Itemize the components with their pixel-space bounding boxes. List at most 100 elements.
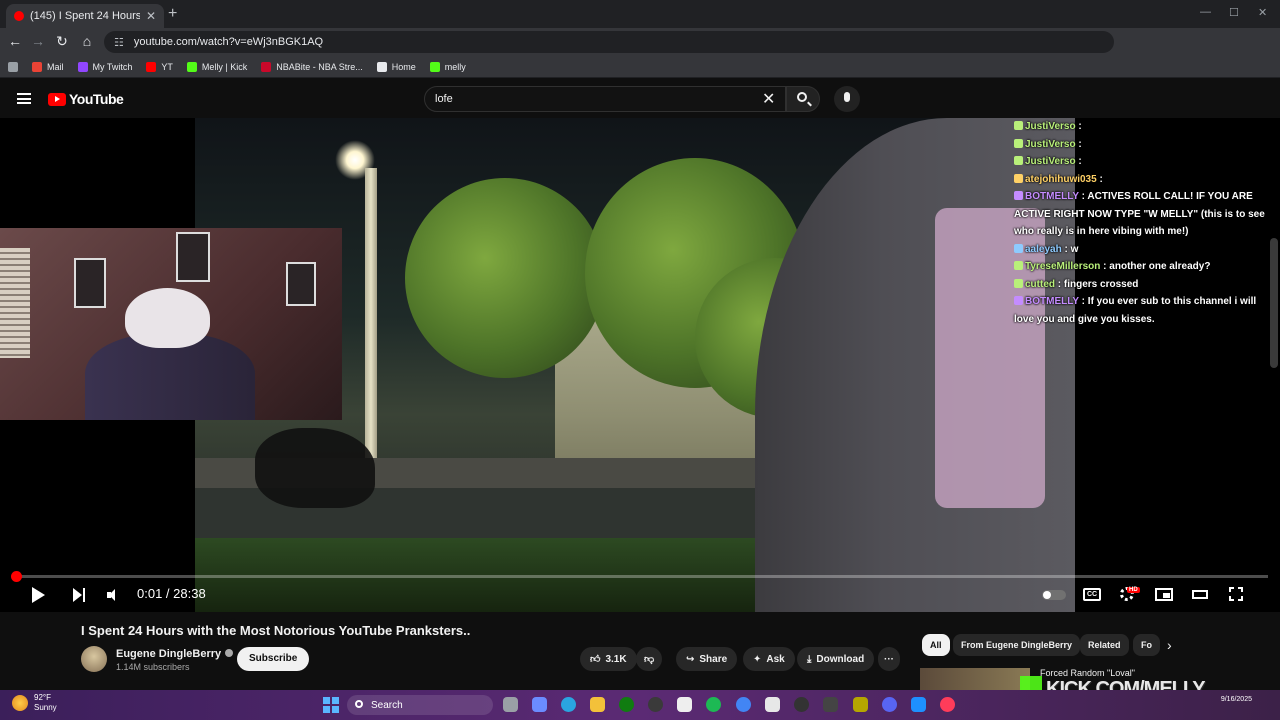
github-icon[interactable] bbox=[648, 697, 663, 712]
taskbar-search[interactable]: Search bbox=[347, 695, 493, 715]
dislike-button[interactable]: 👎︎ bbox=[636, 647, 663, 671]
youtube-logo[interactable]: YouTube bbox=[48, 91, 124, 107]
like-button[interactable]: 👍︎ 3.1K bbox=[580, 647, 637, 671]
fullscreen-icon[interactable] bbox=[1229, 587, 1243, 601]
download-icon: ⤓ bbox=[807, 653, 812, 665]
channel-avatar[interactable] bbox=[81, 646, 107, 672]
chat-username: BOTMELLY bbox=[1025, 296, 1079, 307]
chat-overlay: JustiVerso : JustiVerso : JustiVerso : a… bbox=[1014, 118, 1276, 328]
chip-for-you[interactable]: Fo bbox=[1133, 634, 1160, 656]
chat-text: : bbox=[1096, 173, 1103, 185]
chip-related[interactable]: Related bbox=[1080, 634, 1129, 656]
bookmarks-bar: Mail My Twitch YT Melly | Kick NBABite -… bbox=[0, 56, 1280, 78]
chat-badge-icon bbox=[1014, 173, 1023, 183]
miniplayer-icon[interactable] bbox=[1155, 588, 1173, 601]
subscribe-button[interactable]: Subscribe bbox=[237, 647, 310, 671]
bookmark-melly-kick[interactable]: Melly | Kick bbox=[186, 61, 247, 72]
autoplay-toggle[interactable] bbox=[1042, 590, 1066, 600]
bookmark-home[interactable]: Home bbox=[376, 61, 416, 72]
bookmark-nbabite[interactable]: NBABite - NBA Stre... bbox=[261, 61, 363, 72]
copilot-icon[interactable] bbox=[532, 697, 547, 712]
file-explorer-icon[interactable] bbox=[590, 697, 605, 712]
wall-poster bbox=[74, 258, 106, 308]
windows-start-icon[interactable] bbox=[323, 697, 339, 713]
maximize-icon[interactable]: ☐ bbox=[1229, 6, 1239, 19]
x-icon bbox=[376, 61, 387, 72]
more-actions-button[interactable]: ··· bbox=[878, 647, 900, 671]
volume-icon[interactable] bbox=[107, 589, 121, 601]
bookmark-melly[interactable]: melly bbox=[429, 61, 466, 72]
task-view-icon[interactable] bbox=[503, 697, 518, 712]
address-bar[interactable]: ☷ youtube.com/watch?v=eWj3nBGK1AQ bbox=[104, 31, 1114, 53]
system-clock[interactable]: 9/16/2025 bbox=[1180, 694, 1252, 705]
obs-icon[interactable] bbox=[794, 697, 809, 712]
like-count: 3.1K bbox=[605, 653, 627, 665]
scrubber-handle[interactable] bbox=[11, 571, 22, 582]
bookmark-label: YT bbox=[161, 61, 173, 72]
kick-icon bbox=[186, 61, 197, 72]
home-icon[interactable]: ⌂ bbox=[78, 33, 96, 49]
chat-username: cutted bbox=[1025, 278, 1055, 290]
browser-tab[interactable]: (145) I Spent 24 Hours with the ✕ bbox=[6, 4, 164, 28]
bookmark-label: My Twitch bbox=[92, 61, 133, 72]
app-icon[interactable] bbox=[823, 697, 838, 712]
sun-icon bbox=[12, 695, 28, 711]
chat-text: : another one already? bbox=[1100, 261, 1211, 272]
chat-badge-icon bbox=[1014, 296, 1023, 305]
subscriber-count: 1.14M subscribers bbox=[116, 662, 190, 672]
store-icon[interactable] bbox=[677, 697, 692, 712]
download-button[interactable]: ⤓ Download bbox=[797, 647, 875, 671]
search-button[interactable] bbox=[786, 86, 820, 112]
bookmark-label: NBABite - NBA Stre... bbox=[276, 61, 363, 72]
chip-all[interactable]: All bbox=[922, 634, 950, 656]
chip-from-channel[interactable]: From Eugene DingleBerry bbox=[953, 634, 1081, 656]
progress-bar[interactable] bbox=[11, 571, 1268, 582]
search-field[interactable] bbox=[424, 86, 786, 112]
forward-icon[interactable]: → bbox=[29, 33, 47, 49]
ask-button[interactable]: ✦ Ask bbox=[743, 647, 795, 671]
search-input[interactable] bbox=[435, 93, 755, 105]
gmail-icon bbox=[32, 61, 42, 72]
site-info-icon[interactable]: ☷ bbox=[114, 36, 124, 49]
bookmark-my-twitch[interactable]: My Twitch bbox=[77, 61, 133, 72]
light-pole bbox=[365, 168, 377, 488]
chrome-icon[interactable] bbox=[736, 697, 751, 712]
spotify-icon[interactable] bbox=[706, 697, 721, 712]
app-icon[interactable] bbox=[853, 697, 868, 712]
share-button[interactable]: ↪ Share bbox=[676, 647, 738, 671]
page-scrollbar[interactable] bbox=[1270, 238, 1278, 368]
ask-label: Ask bbox=[766, 653, 785, 665]
app-icon[interactable] bbox=[911, 697, 926, 712]
chat-text: : bbox=[1075, 156, 1082, 167]
app-icon[interactable] bbox=[765, 697, 780, 712]
bookmark-label: melly bbox=[444, 61, 466, 72]
voice-search-icon[interactable] bbox=[834, 86, 860, 112]
new-tab-button[interactable]: + bbox=[168, 5, 177, 23]
weather-widget[interactable]: 92°F Sunny bbox=[12, 693, 57, 713]
next-icon[interactable] bbox=[73, 588, 87, 602]
bookmark-yt[interactable]: YT bbox=[146, 61, 173, 72]
bookmark-label: Home bbox=[391, 61, 416, 72]
chevron-right-icon[interactable]: › bbox=[1167, 637, 1172, 653]
apps-icon[interactable] bbox=[8, 61, 18, 72]
edge-icon[interactable] bbox=[561, 697, 576, 712]
close-tab-icon[interactable]: ✕ bbox=[146, 9, 156, 23]
video-player[interactable]: JustiVerso : JustiVerso : JustiVerso : a… bbox=[0, 118, 1280, 612]
xbox-icon[interactable] bbox=[619, 697, 634, 712]
theater-mode-icon[interactable] bbox=[1192, 590, 1208, 599]
close-window-icon[interactable]: ✕ bbox=[1258, 6, 1267, 19]
back-icon[interactable]: ← bbox=[6, 33, 24, 49]
captions-icon[interactable]: CC bbox=[1083, 588, 1101, 601]
recommended-thumbnail[interactable] bbox=[920, 668, 1030, 690]
minimize-icon[interactable]: — bbox=[1200, 6, 1211, 18]
app-icon[interactable] bbox=[940, 697, 955, 712]
bookmark-mail[interactable]: Mail bbox=[32, 61, 64, 72]
play-icon[interactable] bbox=[32, 587, 45, 603]
bookmark-label: Mail bbox=[47, 61, 64, 72]
discord-icon[interactable] bbox=[882, 697, 897, 712]
reload-icon[interactable]: ↻ bbox=[53, 33, 71, 50]
menu-icon[interactable] bbox=[17, 93, 31, 104]
channel-name[interactable]: Eugene DingleBerry bbox=[116, 648, 234, 660]
clear-search-icon[interactable]: ✕ bbox=[762, 89, 775, 109]
sparkle-icon: ✦ bbox=[753, 653, 762, 665]
